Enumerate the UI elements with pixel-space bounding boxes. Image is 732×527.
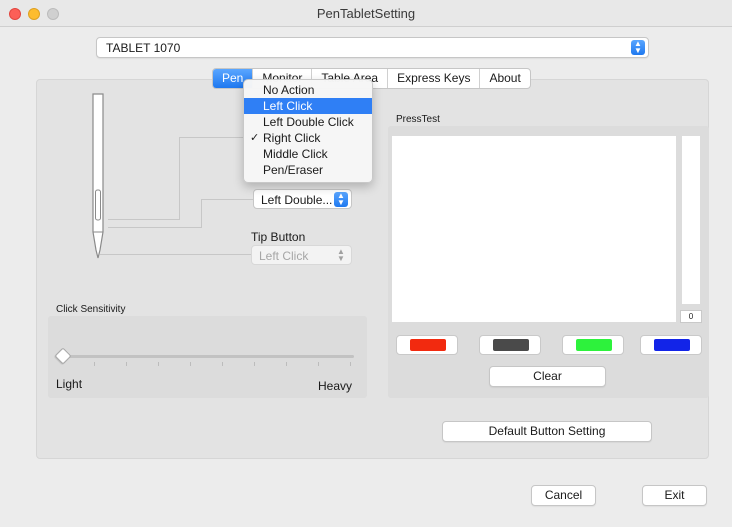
menu-item-left-click[interactable]: Left Click	[244, 98, 372, 114]
app-window: PenTabletSetting TABLET 1070 ▲ ▼ Pen Moni…	[0, 0, 732, 527]
press-test-label: PressTest	[396, 114, 440, 125]
tab-about[interactable]: About	[480, 69, 529, 88]
menu-item-right-click[interactable]: ✓ Right Click	[244, 130, 372, 146]
chevron-updown-icon: ▲ ▼	[631, 40, 645, 55]
cancel-button[interactable]: Cancel	[531, 485, 596, 506]
color-button-blue[interactable]	[640, 335, 702, 355]
slider-tick	[254, 362, 255, 366]
menu-item-label: Middle Click	[263, 147, 328, 161]
click-sensitivity-label: Click Sensitivity	[56, 304, 126, 315]
color-button-gray[interactable]	[479, 335, 541, 355]
connector-line	[179, 137, 180, 220]
window-title: PenTabletSetting	[316, 6, 416, 21]
slider-tick	[222, 362, 223, 366]
slider-tick	[286, 362, 287, 366]
tab-express-keys[interactable]: Express Keys	[388, 69, 481, 88]
menu-item-label: No Action	[263, 83, 315, 97]
connector-line	[201, 199, 253, 200]
pen-button-select-value: Left Double...	[261, 193, 333, 207]
light-label: Light	[56, 377, 83, 391]
slider-tick	[126, 362, 127, 366]
checkmark-icon: ✓	[250, 132, 260, 144]
heavy-label: Heavy	[318, 379, 353, 393]
menu-item-label: Left Click	[263, 99, 313, 113]
tip-button-label: Tip Button	[251, 230, 306, 244]
pressure-meter	[682, 136, 700, 304]
exit-button[interactable]: Exit	[642, 485, 707, 506]
default-button-setting-button[interactable]: Default Button Setting	[442, 421, 652, 442]
pressure-value: 0	[680, 310, 702, 323]
color-swatch	[576, 339, 612, 351]
menu-item-label: Right Click	[263, 131, 321, 145]
color-button-red[interactable]	[396, 335, 458, 355]
color-swatch	[410, 339, 446, 351]
menu-item-label: Pen/Eraser	[263, 163, 324, 177]
slider-tick	[94, 362, 95, 366]
clear-button[interactable]: Clear	[489, 366, 606, 387]
menu-item-pen-eraser[interactable]: Pen/Eraser	[244, 162, 372, 178]
tip-button-select[interactable]: Left Click ▲ ▼	[251, 245, 352, 265]
click-sensitivity-slider[interactable]	[62, 355, 354, 358]
color-button-green[interactable]	[562, 335, 624, 355]
slider-tick	[190, 362, 191, 366]
menu-item-left-double-click[interactable]: Left Double Click	[244, 114, 372, 130]
chevron-updown-icon: ▲ ▼	[337, 247, 345, 263]
menu-item-middle-click[interactable]: Middle Click	[244, 146, 372, 162]
connector-line	[100, 254, 251, 255]
press-test-canvas[interactable]	[392, 136, 676, 322]
slider-tick	[158, 362, 159, 366]
menu-item-label: Left Double Click	[263, 115, 354, 129]
connector-line	[201, 199, 202, 228]
device-select-value: TABLET 1070	[106, 41, 181, 55]
device-select[interactable]: TABLET 1070 ▲ ▼	[96, 37, 649, 58]
button-action-menu: No Action Left Click Left Double Click ✓…	[243, 79, 373, 183]
pen-illustration-icon	[92, 93, 104, 259]
connector-line	[108, 219, 180, 220]
color-swatch	[654, 339, 690, 351]
tip-button-select-value: Left Click	[259, 249, 309, 263]
pen-button-select[interactable]: Left Double... ▲ ▼	[253, 189, 352, 209]
connector-line	[179, 137, 243, 138]
chevron-updown-icon: ▲ ▼	[334, 192, 348, 207]
color-swatch	[493, 339, 529, 351]
connector-line	[108, 227, 202, 228]
slider-tick	[318, 362, 319, 366]
title-bar: PenTabletSetting	[0, 0, 732, 27]
slider-tick	[350, 362, 351, 366]
menu-item-no-action[interactable]: No Action	[244, 82, 372, 98]
